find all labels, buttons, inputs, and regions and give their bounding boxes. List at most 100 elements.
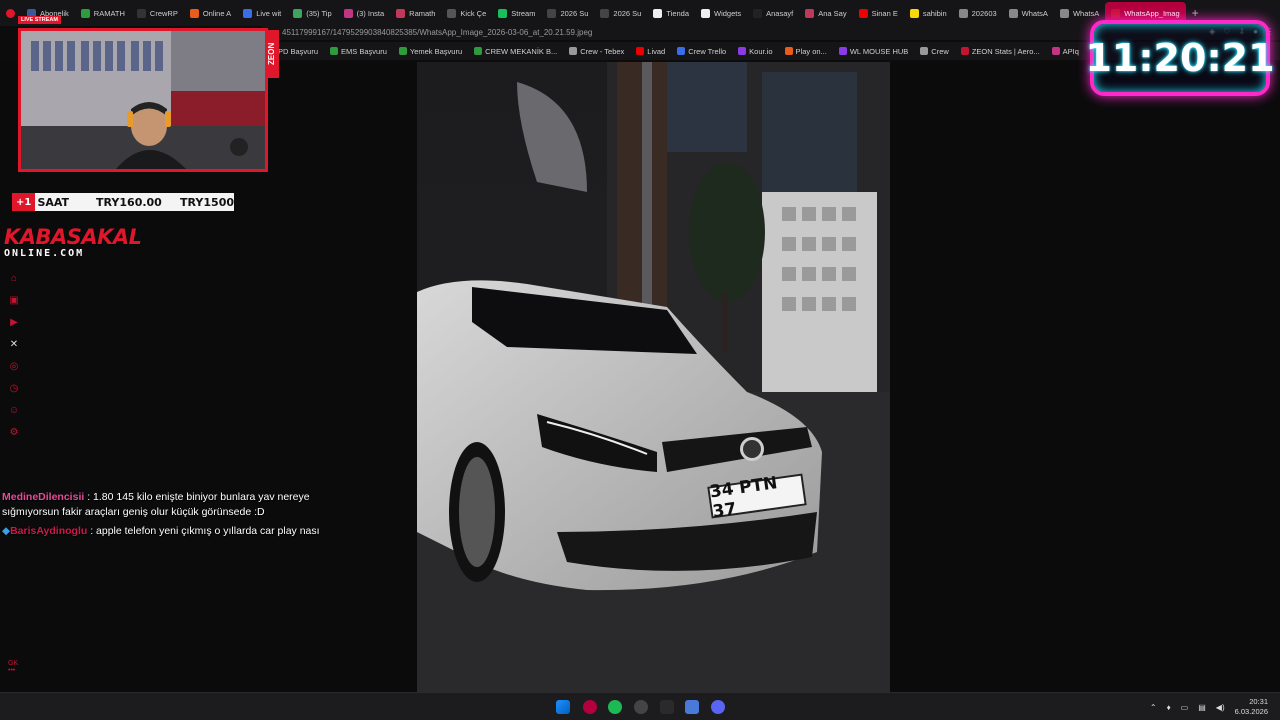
bookmark-item[interactable]: Kour.io bbox=[733, 47, 777, 56]
display-icon[interactable]: ▭ bbox=[1181, 703, 1189, 712]
car-photo[interactable]: 34 PTN 37 bbox=[417, 62, 890, 692]
browser-tab[interactable]: WhatsA bbox=[1003, 2, 1054, 24]
browser-tab[interactable]: Live wit bbox=[237, 2, 287, 24]
app-icon[interactable] bbox=[685, 700, 699, 714]
browser-tab[interactable]: Widgets bbox=[695, 2, 747, 24]
bookmark-item[interactable]: WL MOUSE HUB bbox=[834, 47, 913, 56]
url-text[interactable]: 45117999167/1479529903840825385/WhatsApp… bbox=[282, 26, 592, 40]
bookmark-favicon-icon bbox=[1051, 47, 1060, 55]
bookmark-item[interactable]: Crew bbox=[915, 47, 954, 56]
bookmark-label: APIq bbox=[1062, 46, 1079, 56]
bookmark-label: EMS Başvuru bbox=[341, 46, 387, 56]
browser-tab[interactable]: Online A bbox=[184, 2, 237, 24]
network-icon[interactable]: ▤ bbox=[1198, 703, 1206, 712]
tab-label: RAMATH bbox=[93, 8, 125, 18]
browser-opera-icon[interactable] bbox=[583, 700, 597, 714]
tab-label: Widgets bbox=[714, 8, 742, 18]
browser-tab[interactable]: Anasayf bbox=[747, 2, 799, 24]
bookmark-item[interactable]: CREW MEKANİK B... bbox=[469, 47, 562, 56]
logo-line1: KABASAKAL bbox=[4, 225, 142, 249]
browser-tab[interactable]: Stream bbox=[492, 2, 541, 24]
bookmark-favicon-icon bbox=[960, 47, 969, 55]
browser-tab[interactable]: RAMATH bbox=[75, 2, 131, 24]
x-icon: ✕ bbox=[9, 338, 19, 350]
gk-label: GK ••• bbox=[8, 660, 18, 674]
tab-label: Tienda bbox=[666, 8, 690, 18]
bookmark-favicon-icon bbox=[569, 47, 578, 55]
bookmark-item[interactable]: EMS Başvuru bbox=[325, 47, 392, 56]
tab-favicon-icon bbox=[498, 8, 508, 18]
sub-goal-bar: +1 SAAT TRY160.00 TRY1500 bbox=[12, 193, 234, 211]
new-tab-button[interactable]: + bbox=[1186, 6, 1205, 20]
epic-games-icon[interactable] bbox=[660, 700, 674, 714]
browser-tab[interactable]: (3) Insta bbox=[338, 2, 391, 24]
chevron-up-icon[interactable]: ⌃ bbox=[1150, 703, 1157, 712]
tab-label: Online A bbox=[202, 8, 232, 18]
webcam-image bbox=[21, 31, 265, 169]
volume-icon[interactable]: ◀) bbox=[1216, 703, 1225, 712]
tab-label: Ramath bbox=[409, 8, 436, 18]
tab-favicon-icon bbox=[1111, 8, 1121, 18]
bookmark-item[interactable]: ZEON Stats | Aero... bbox=[956, 47, 1045, 56]
tab-favicon-icon bbox=[343, 8, 353, 18]
browser-tab[interactable]: Sinan E bbox=[853, 2, 904, 24]
tab-label: Anasayf bbox=[766, 8, 794, 18]
tab-favicon-icon bbox=[1008, 8, 1018, 18]
date-time[interactable]: 20:31 6.03.2026 bbox=[1235, 697, 1268, 717]
bookmark-item[interactable]: Crew Trello bbox=[672, 47, 731, 56]
browser-tab[interactable]: sahibin bbox=[904, 2, 953, 24]
browser-tab[interactable]: CrewRP bbox=[131, 2, 184, 24]
tab-label: WhatsApp_Imag bbox=[1124, 8, 1180, 18]
browser-tab[interactable]: 202603 bbox=[953, 2, 1003, 24]
sub-goal-value2: TRY1500 bbox=[180, 195, 234, 209]
bookmark-favicon-icon bbox=[677, 47, 686, 55]
badge-icon: ◆ bbox=[2, 525, 11, 537]
bookmark-item[interactable]: Crew - Tebex bbox=[564, 47, 629, 56]
tab-label: (3) Insta bbox=[356, 8, 385, 18]
start-icon[interactable] bbox=[556, 700, 570, 714]
bookmark-label: Crew - Tebex bbox=[580, 46, 625, 56]
bookmark-favicon-icon bbox=[474, 47, 483, 55]
spotify-icon[interactable] bbox=[608, 700, 622, 714]
browser-tab[interactable]: (35) Tip bbox=[287, 2, 337, 24]
bookmark-label: Yemek Başvuru bbox=[409, 46, 463, 56]
bookmark-label: Kour.io bbox=[749, 46, 773, 56]
twitch-icon: ▣ bbox=[9, 294, 19, 306]
browser-tab[interactable]: Ana Say bbox=[799, 2, 852, 24]
tab-favicon-icon bbox=[547, 8, 557, 18]
bookmark-label: Crew Trello bbox=[688, 46, 727, 56]
tab-label: Sinan E bbox=[871, 8, 898, 18]
chat-username: MedineDilencisii bbox=[2, 491, 85, 503]
browser-tab[interactable]: 2026 Su bbox=[541, 2, 594, 24]
social-icons: ⌂ ▣ ▶ ✕ ◎ ◷ ☺ ⚙ bbox=[6, 270, 22, 440]
channel-logo: KABASAKAL ONLINE.COM bbox=[4, 225, 142, 260]
chat-username: BarisAydinoglu bbox=[10, 525, 88, 537]
bookmark-favicon-icon bbox=[920, 47, 929, 55]
browser-tab[interactable]: 2026 Su bbox=[594, 2, 647, 24]
bookmark-item[interactable]: Play on... bbox=[780, 47, 832, 56]
bookmark-item[interactable]: Yemek Başvuru bbox=[394, 47, 467, 56]
bookmark-item[interactable]: Livad bbox=[631, 47, 670, 56]
bookmark-item[interactable]: APIq bbox=[1047, 47, 1084, 56]
tab-label: Live wit bbox=[256, 8, 282, 18]
clock-icon: ◷ bbox=[9, 382, 19, 394]
tab-favicon-icon bbox=[909, 8, 919, 18]
tab-label: WhatsA bbox=[1021, 8, 1048, 18]
car-photo-image bbox=[417, 62, 890, 692]
tab-favicon-icon bbox=[447, 8, 457, 18]
browser-tab-bar: Abonelik RAMATH CrewRP Online A Live wit (35)… bbox=[0, 0, 1280, 26]
tab-label: WhatsA bbox=[1072, 8, 1100, 18]
screen: Abonelik RAMATH CrewRP Online A Live wit (35)… bbox=[0, 0, 1280, 720]
mic-icon[interactable]: ♦ bbox=[1167, 703, 1171, 712]
settings-icon: ⚙ bbox=[9, 426, 19, 438]
browser-tab[interactable]: Tienda bbox=[647, 2, 695, 24]
browser-tab[interactable]: Kick Çe bbox=[441, 2, 492, 24]
discord-taskbar-icon[interactable] bbox=[711, 700, 725, 714]
obs-icon[interactable] bbox=[634, 700, 648, 714]
date-text: 6.03.2026 bbox=[1234, 707, 1268, 716]
bookmark-favicon-icon bbox=[398, 47, 407, 55]
tab-favicon-icon bbox=[80, 8, 90, 18]
browser-tab[interactable]: Ramath bbox=[390, 2, 441, 24]
tab-label: Kick Çe bbox=[460, 8, 487, 18]
bookmark-favicon-icon bbox=[784, 47, 793, 55]
